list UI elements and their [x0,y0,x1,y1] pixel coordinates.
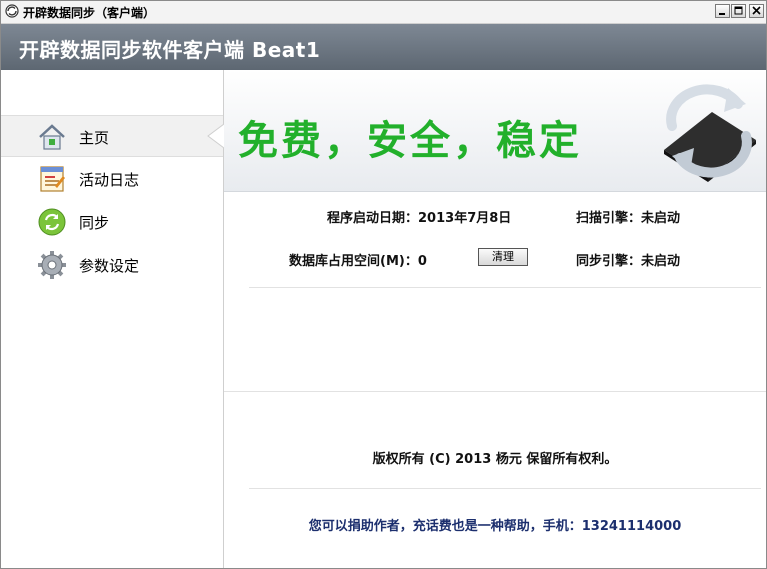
app-icon [5,4,19,18]
close-button[interactable] [749,4,764,18]
sidebar-item-label: 活动日志 [79,171,140,189]
clear-button[interactable]: 清理 [478,248,528,266]
banner: 免费，安全，稳定 [224,70,766,192]
minimize-icon [719,13,725,15]
divider [249,287,761,288]
scan-engine-value: 未启动 [641,211,681,226]
sync-engine-value: 未启动 [641,254,681,269]
sidebar-item-home[interactable]: 主页 [1,115,223,157]
divider [249,488,761,489]
scan-engine-label: 扫描引擎： [576,211,642,226]
sync-logo-icon [664,84,756,182]
title-bar[interactable]: 开辟数据同步（客户端） [1,1,766,24]
db-space: 数据库占用空间(M)：0 [289,250,427,269]
gear-icon [38,251,66,279]
scan-engine-status: 扫描引擎：未启动 [576,207,680,226]
maximize-icon [734,6,743,15]
start-date-value: 2013年7月8日 [418,211,512,226]
sync-engine-status: 同步引擎：未启动 [576,250,680,269]
db-space-value: 0 [417,254,427,269]
window-title: 开辟数据同步（客户端） [23,6,156,20]
slogan: 免费，安全，稳定 [238,118,582,164]
sidebar-item-label: 主页 [79,129,110,147]
sidebar: 主页 活动日志 同步 参数设定 [1,70,224,568]
active-item-pointer [207,115,225,157]
divider [224,391,766,392]
app-title: 开辟数据同步软件客户端 Beat1 [19,38,321,62]
sync-engine-label: 同步引擎： [576,254,642,269]
minimize-button[interactable] [715,4,730,18]
start-date-label: 程序启动日期： [327,211,419,226]
app-window: 开辟数据同步（客户端） 开辟数据同步软件客户端 Beat1 主页 活动日志 同步… [0,0,767,569]
sidebar-item-settings[interactable]: 参数设定 [1,244,223,286]
maximize-button[interactable] [731,4,746,18]
sidebar-item-label: 参数设定 [79,257,140,275]
close-icon [752,6,761,15]
home-icon [39,124,65,150]
start-date: 程序启动日期：2013年7月8日 [327,207,511,226]
sidebar-item-label: 同步 [79,214,110,232]
sidebar-item-activity-log[interactable]: 活动日志 [1,158,223,200]
db-space-label: 数据库占用空间(M)： [289,254,418,269]
log-icon [40,166,65,192]
app-header: 开辟数据同步软件客户端 Beat1 [1,24,766,70]
sidebar-item-sync[interactable]: 同步 [1,201,223,243]
sync-icon [38,208,66,236]
copyright-text: 版权所有 (C) 2013 杨元 保留所有权利。 [372,452,618,467]
donate-text: 您可以捐助作者，充话费也是一种帮助，手机：13241114000 [308,519,682,534]
